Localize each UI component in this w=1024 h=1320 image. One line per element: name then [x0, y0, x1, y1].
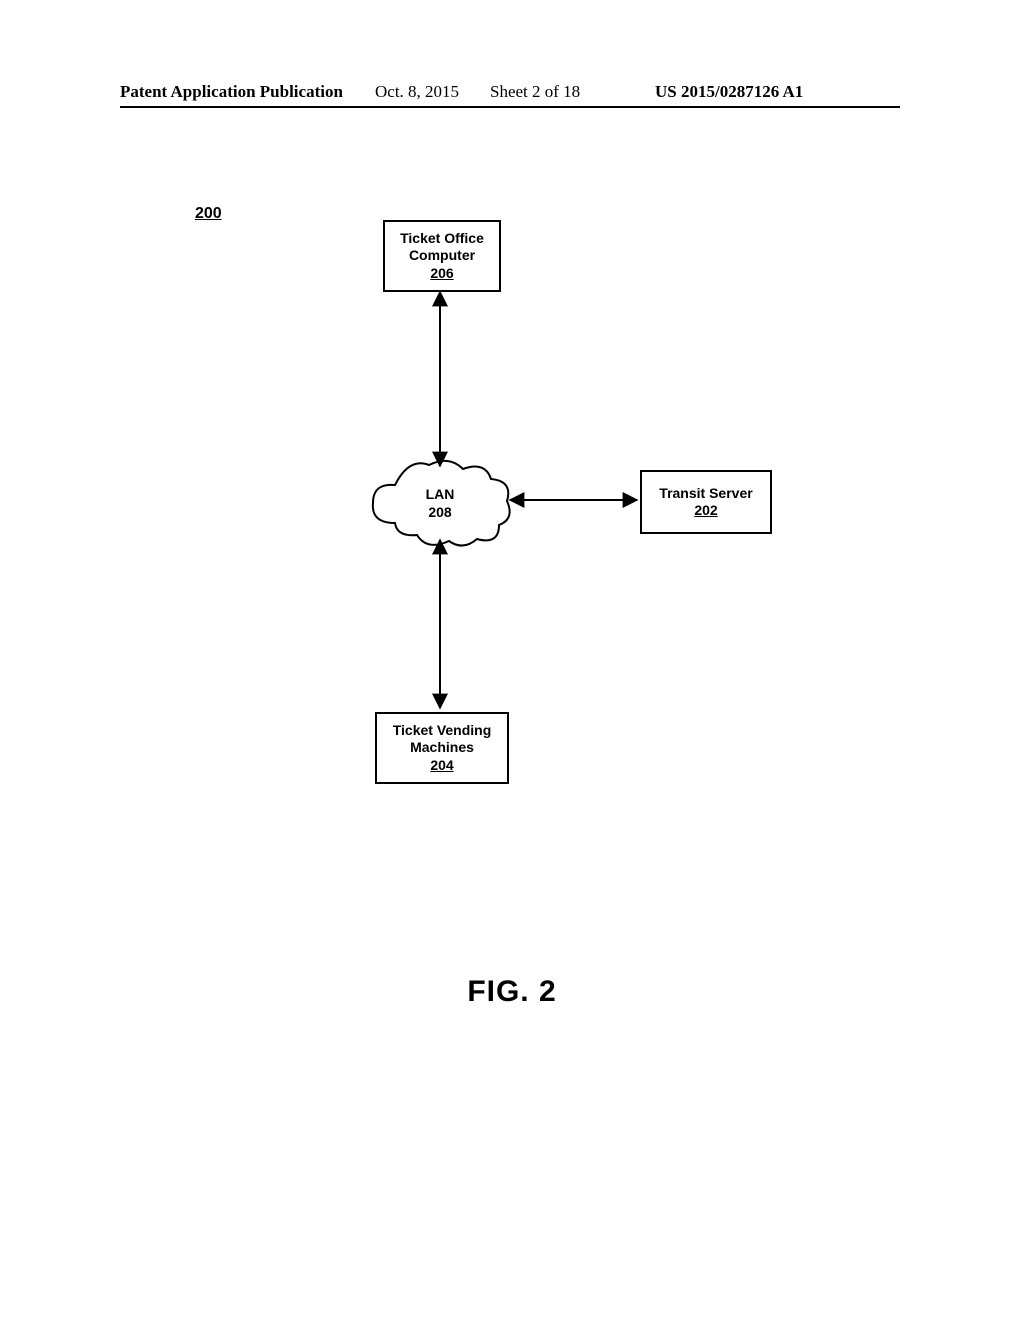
- node-lan-ref: 208: [400, 504, 480, 522]
- node-transit-server-ref: 202: [694, 502, 717, 520]
- node-ticket-vending-machines: Ticket Vending Machines 204: [375, 712, 509, 784]
- figure-caption: FIG. 2: [0, 975, 1024, 1009]
- page: Patent Application Publication Oct. 8, 2…: [0, 0, 1024, 1320]
- node-ticket-office-computer: Ticket Office Computer 206: [383, 220, 501, 292]
- node-lan-title: LAN: [426, 486, 455, 502]
- node-ticket-office-ref: 206: [430, 265, 453, 283]
- node-ticket-office-title: Ticket Office Computer: [385, 230, 499, 265]
- node-transit-server: Transit Server 202: [640, 470, 772, 534]
- node-ticket-vending-ref: 204: [430, 757, 453, 775]
- diagram-svg: [0, 0, 1024, 1320]
- node-lan: LAN 208: [400, 486, 480, 521]
- node-ticket-vending-title: Ticket Vending Machines: [377, 722, 507, 757]
- node-transit-server-title: Transit Server: [659, 485, 752, 503]
